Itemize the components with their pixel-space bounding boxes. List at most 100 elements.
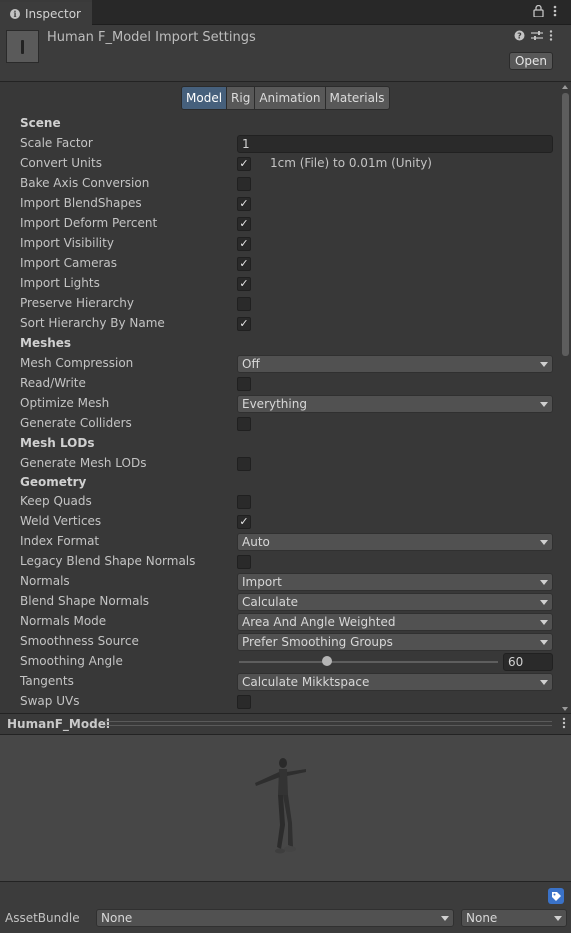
chevron-down-icon	[540, 540, 548, 545]
smoothing-angle-input[interactable]: 60	[503, 653, 553, 671]
dropdown-value: None	[466, 911, 498, 925]
vertical-scrollbar[interactable]	[560, 83, 571, 713]
dropdown-value: Everything	[242, 397, 307, 411]
smoothness-source-label: Smoothness Source	[20, 634, 139, 648]
generate-mesh-lods-checkbox[interactable]	[237, 457, 251, 471]
model-thumbnail	[6, 30, 39, 63]
import-lights-checkbox[interactable]: ✓	[237, 277, 251, 291]
normals-label: Normals	[20, 574, 70, 588]
asset-bundle-footer: AssetBundle None None	[0, 881, 571, 933]
row-mesh-compression: Mesh Compression Off	[0, 354, 560, 374]
mesh-compression-label: Mesh Compression	[20, 356, 134, 370]
swap-uvs-label: Swap UVs	[20, 694, 80, 708]
import-visibility-label: Import Visibility	[20, 236, 114, 250]
optimize-mesh-dropdown[interactable]: Everything	[237, 395, 553, 413]
help-icon[interactable]: ?	[514, 30, 525, 44]
blend-shape-normals-label: Blend Shape Normals	[20, 594, 150, 608]
scale-factor-input[interactable]: 1	[237, 135, 553, 153]
dropdown-value: None	[101, 911, 133, 925]
scroll-down-icon[interactable]	[562, 707, 568, 711]
slider-handle[interactable]	[322, 656, 332, 666]
row-smoothing-angle: Smoothing Angle 60	[0, 652, 560, 672]
import-settings-panel: Model Rig Animation Materials Scene Scal…	[0, 83, 560, 713]
row-import-lights: Import Lights ✓	[0, 274, 560, 294]
import-cameras-checkbox[interactable]: ✓	[237, 257, 251, 271]
scale-factor-label: Scale Factor	[20, 136, 93, 150]
convert-units-checkbox[interactable]: ✓	[237, 157, 251, 171]
tab-materials[interactable]: Materials	[324, 86, 390, 110]
row-legacy-blend: Legacy Blend Shape Normals	[0, 552, 560, 572]
section-header: Mesh LODs	[20, 436, 95, 450]
row-generate-colliders: Generate Colliders	[0, 414, 560, 434]
index-format-dropdown[interactable]: Auto	[237, 533, 553, 551]
row-read-write: Read/Write	[0, 374, 560, 394]
swap-uvs-checkbox[interactable]	[237, 695, 251, 709]
row-tangents: Tangents Calculate Mikktspace	[0, 672, 560, 692]
section-header: Scene	[20, 116, 61, 130]
row-keep-quads: Keep Quads	[0, 492, 560, 512]
window-tab-strip: i Inspector	[0, 0, 571, 25]
model-preview[interactable]	[0, 735, 571, 881]
index-format-label: Index Format	[20, 534, 100, 548]
tab-animation[interactable]: Animation	[254, 86, 326, 110]
tab-rig[interactable]: Rig	[226, 86, 256, 110]
mesh-compression-dropdown[interactable]: Off	[237, 355, 553, 373]
tab-inspector[interactable]: i Inspector	[0, 0, 92, 25]
dropdown-value: Calculate	[242, 595, 299, 609]
chevron-down-icon	[540, 680, 548, 685]
normals-dropdown[interactable]: Import	[237, 573, 553, 591]
smoothing-angle-slider[interactable]	[239, 661, 498, 663]
preset-sliders-icon[interactable]	[531, 30, 543, 44]
keep-quads-checkbox[interactable]	[237, 495, 251, 509]
smoothing-angle-label: Smoothing Angle	[20, 654, 123, 668]
section-header: Meshes	[20, 336, 72, 350]
row-sort-hierarchy: Sort Hierarchy By Name ✓	[0, 314, 560, 334]
bake-axis-checkbox[interactable]	[237, 177, 251, 191]
legacy-blend-checkbox[interactable]	[237, 555, 251, 569]
import-deform-checkbox[interactable]: ✓	[237, 217, 251, 231]
generate-mesh-lods-label: Generate Mesh LODs	[20, 456, 147, 470]
row-weld-vertices: Weld Vertices ✓	[0, 512, 560, 532]
keep-quads-label: Keep Quads	[20, 494, 92, 508]
generate-colliders-checkbox[interactable]	[237, 417, 251, 431]
read-write-checkbox[interactable]	[237, 377, 251, 391]
section-scene: Scene	[0, 114, 560, 134]
chevron-down-icon	[540, 640, 548, 645]
drag-handle[interactable]	[103, 721, 552, 726]
blend-shape-normals-dropdown[interactable]: Calculate	[237, 593, 553, 611]
tangents-dropdown[interactable]: Calculate Mikktspace	[237, 673, 553, 691]
chevron-down-icon	[540, 580, 548, 585]
chevron-down-icon	[540, 600, 548, 605]
preview-header[interactable]: HumanF_Model	[0, 713, 571, 735]
kebab-menu-icon[interactable]	[562, 717, 566, 732]
weld-vertices-checkbox[interactable]: ✓	[237, 515, 251, 529]
import-visibility-checkbox[interactable]: ✓	[237, 237, 251, 251]
row-normals-mode: Normals Mode Area And Angle Weighted	[0, 612, 560, 632]
row-optimize-mesh: Optimize Mesh Everything	[0, 394, 560, 414]
tab-inspector-label: Inspector	[25, 6, 81, 21]
lock-icon[interactable]	[533, 4, 544, 20]
row-bake-axis: Bake Axis Conversion	[0, 174, 560, 194]
sort-hierarchy-checkbox[interactable]: ✓	[237, 317, 251, 331]
kebab-menu-icon[interactable]	[553, 5, 557, 20]
scrollbar-thumb[interactable]	[562, 93, 569, 356]
asset-bundle-variant-dropdown[interactable]: None	[461, 909, 567, 927]
import-blendshapes-checkbox[interactable]: ✓	[237, 197, 251, 211]
normals-mode-dropdown[interactable]: Area And Angle Weighted	[237, 613, 553, 631]
preserve-hierarchy-checkbox[interactable]	[237, 297, 251, 311]
section-mesh-lods: Mesh LODs	[0, 434, 560, 454]
legacy-blend-label: Legacy Blend Shape Normals	[20, 554, 196, 568]
tag-icon[interactable]	[548, 888, 564, 904]
weld-vertices-label: Weld Vertices	[20, 514, 102, 528]
row-smoothness-source: Smoothness Source Prefer Smoothing Group…	[0, 632, 560, 652]
tab-model[interactable]: Model	[181, 86, 228, 110]
asset-bundle-name-dropdown[interactable]: None	[96, 909, 454, 927]
kebab-menu-icon[interactable]	[549, 30, 553, 44]
chevron-down-icon	[540, 402, 548, 407]
scroll-up-icon[interactable]	[562, 85, 568, 89]
section-geometry: Geometry	[0, 473, 560, 493]
open-button[interactable]: Open	[509, 52, 553, 70]
smoothness-source-dropdown[interactable]: Prefer Smoothing Groups	[237, 633, 553, 651]
row-swap-uvs: Swap UVs	[0, 692, 560, 712]
chevron-down-icon	[554, 916, 562, 921]
